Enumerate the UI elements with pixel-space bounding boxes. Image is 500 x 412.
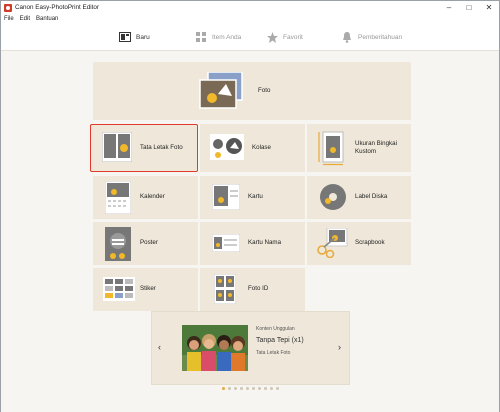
carousel-title: Tanpa Tepi (x1) [256, 337, 304, 344]
minimize-button[interactable]: – [439, 1, 459, 14]
bell-icon [341, 31, 353, 43]
tile-label: Ukuran Bingkai Kustom [355, 140, 397, 155]
close-button[interactable]: ✕ [479, 1, 499, 14]
tile-label: Kalender [140, 193, 165, 200]
menu-bar: File Edit Bantuan [1, 14, 499, 23]
tab-favorit[interactable]: Favorit [266, 23, 303, 51]
carousel-dot[interactable] [245, 387, 249, 390]
tile-foto-id[interactable]: Foto ID [200, 268, 305, 311]
disc-label-icon [320, 184, 346, 210]
carousel-dot[interactable] [257, 387, 261, 390]
carousel-subtitle: Tata Letak Foto [256, 350, 291, 356]
menu-edit[interactable]: Edit [20, 16, 30, 22]
tab-label: Pemberitahuan [358, 33, 403, 41]
tile-label: Tata Letak Foto [140, 144, 183, 151]
tab-pemberitahuan[interactable]: Pemberitahuan [341, 23, 402, 51]
tile-kolase[interactable]: Kolase [200, 124, 305, 172]
tile-foto[interactable]: Foto [93, 62, 411, 120]
tile-label: Kartu Nama [248, 239, 282, 246]
menu-file[interactable]: File [4, 16, 14, 22]
main-content: Foto Tata Letak Foto Kolase Ukuran Bingk… [1, 52, 499, 412]
app-window: Canon Easy-PhotoPrint Editor – □ ✕ File … [0, 0, 500, 412]
carousel-next-button[interactable]: › [338, 342, 341, 352]
carousel-dot[interactable] [269, 387, 273, 390]
menu-bantuan[interactable]: Bantuan [36, 16, 58, 22]
tile-label: Scrapbook [355, 239, 385, 246]
star-icon [266, 31, 278, 43]
calendar-icon [105, 181, 131, 214]
tile-scrapbook[interactable]: Scrapbook [307, 222, 411, 265]
poster-icon [105, 227, 131, 261]
tile-ukuran-bingkai-kustom[interactable]: Ukuran Bingkai Kustom [307, 124, 411, 172]
tile-label: Kolase [252, 144, 271, 151]
carousel-dot[interactable] [263, 387, 267, 390]
featured-photo-image [182, 325, 248, 371]
carousel-prev-button[interactable]: ‹ [158, 342, 161, 352]
title-bar: Canon Easy-PhotoPrint Editor – □ ✕ [1, 1, 499, 14]
photo-layout-icon [102, 132, 132, 162]
tile-label: Label Diska [355, 193, 388, 200]
tile-tata-letak-foto[interactable]: Tata Letak Foto [90, 124, 198, 172]
carousel-dot[interactable] [227, 387, 231, 390]
collage-icon [210, 134, 244, 160]
carousel-dot[interactable] [233, 387, 237, 390]
carousel-pagination [1, 387, 499, 390]
tile-kartu[interactable]: Kartu [200, 176, 305, 219]
carousel-dot[interactable] [239, 387, 243, 390]
custom-frame-size-icon [318, 131, 344, 166]
window-title: Canon Easy-PhotoPrint Editor [15, 4, 100, 11]
id-photo-icon [214, 274, 236, 304]
carousel-dot[interactable] [221, 387, 225, 390]
tile-label: Kartu [248, 193, 263, 200]
tab-label: Item Anda [212, 33, 242, 41]
featured-carousel: ‹ Konten Unggulan Tanpa Tepi (x1) Tata L… [151, 311, 350, 385]
tile-label: Foto [258, 87, 271, 94]
carousel-dot[interactable] [275, 387, 279, 390]
photo-thumbnail-icon [199, 72, 243, 109]
tile-label: Poster [140, 239, 158, 246]
tile-kalender[interactable]: Kalender [93, 176, 198, 219]
tile-label-diska[interactable]: Label Diska [307, 176, 411, 219]
tile-label: Stiker [140, 285, 156, 292]
tab-label: Baru [136, 33, 150, 41]
main-tabs: Baru Item Anda Favorit Pemberitahuan [1, 23, 499, 71]
tile-poster[interactable]: Poster [93, 222, 198, 265]
scrapbook-icon [317, 228, 348, 258]
app-logo-icon [4, 3, 12, 12]
tab-item-anda[interactable]: Item Anda [195, 23, 241, 51]
tile-stiker[interactable]: Stiker [93, 268, 198, 311]
sticker-icon [103, 277, 135, 301]
item-grid-icon [195, 32, 207, 42]
maximize-button[interactable]: □ [459, 1, 479, 14]
tab-label: Favorit [283, 33, 303, 41]
carousel-heading: Konten Unggulan [256, 326, 295, 332]
card-icon [212, 184, 240, 210]
carousel-dot[interactable] [251, 387, 255, 390]
tile-kartu-nama[interactable]: Kartu Nama [200, 222, 305, 265]
tab-baru[interactable]: Baru [119, 23, 150, 51]
tile-label: Foto ID [248, 285, 269, 292]
business-card-icon [212, 234, 240, 252]
new-icon [119, 32, 131, 42]
